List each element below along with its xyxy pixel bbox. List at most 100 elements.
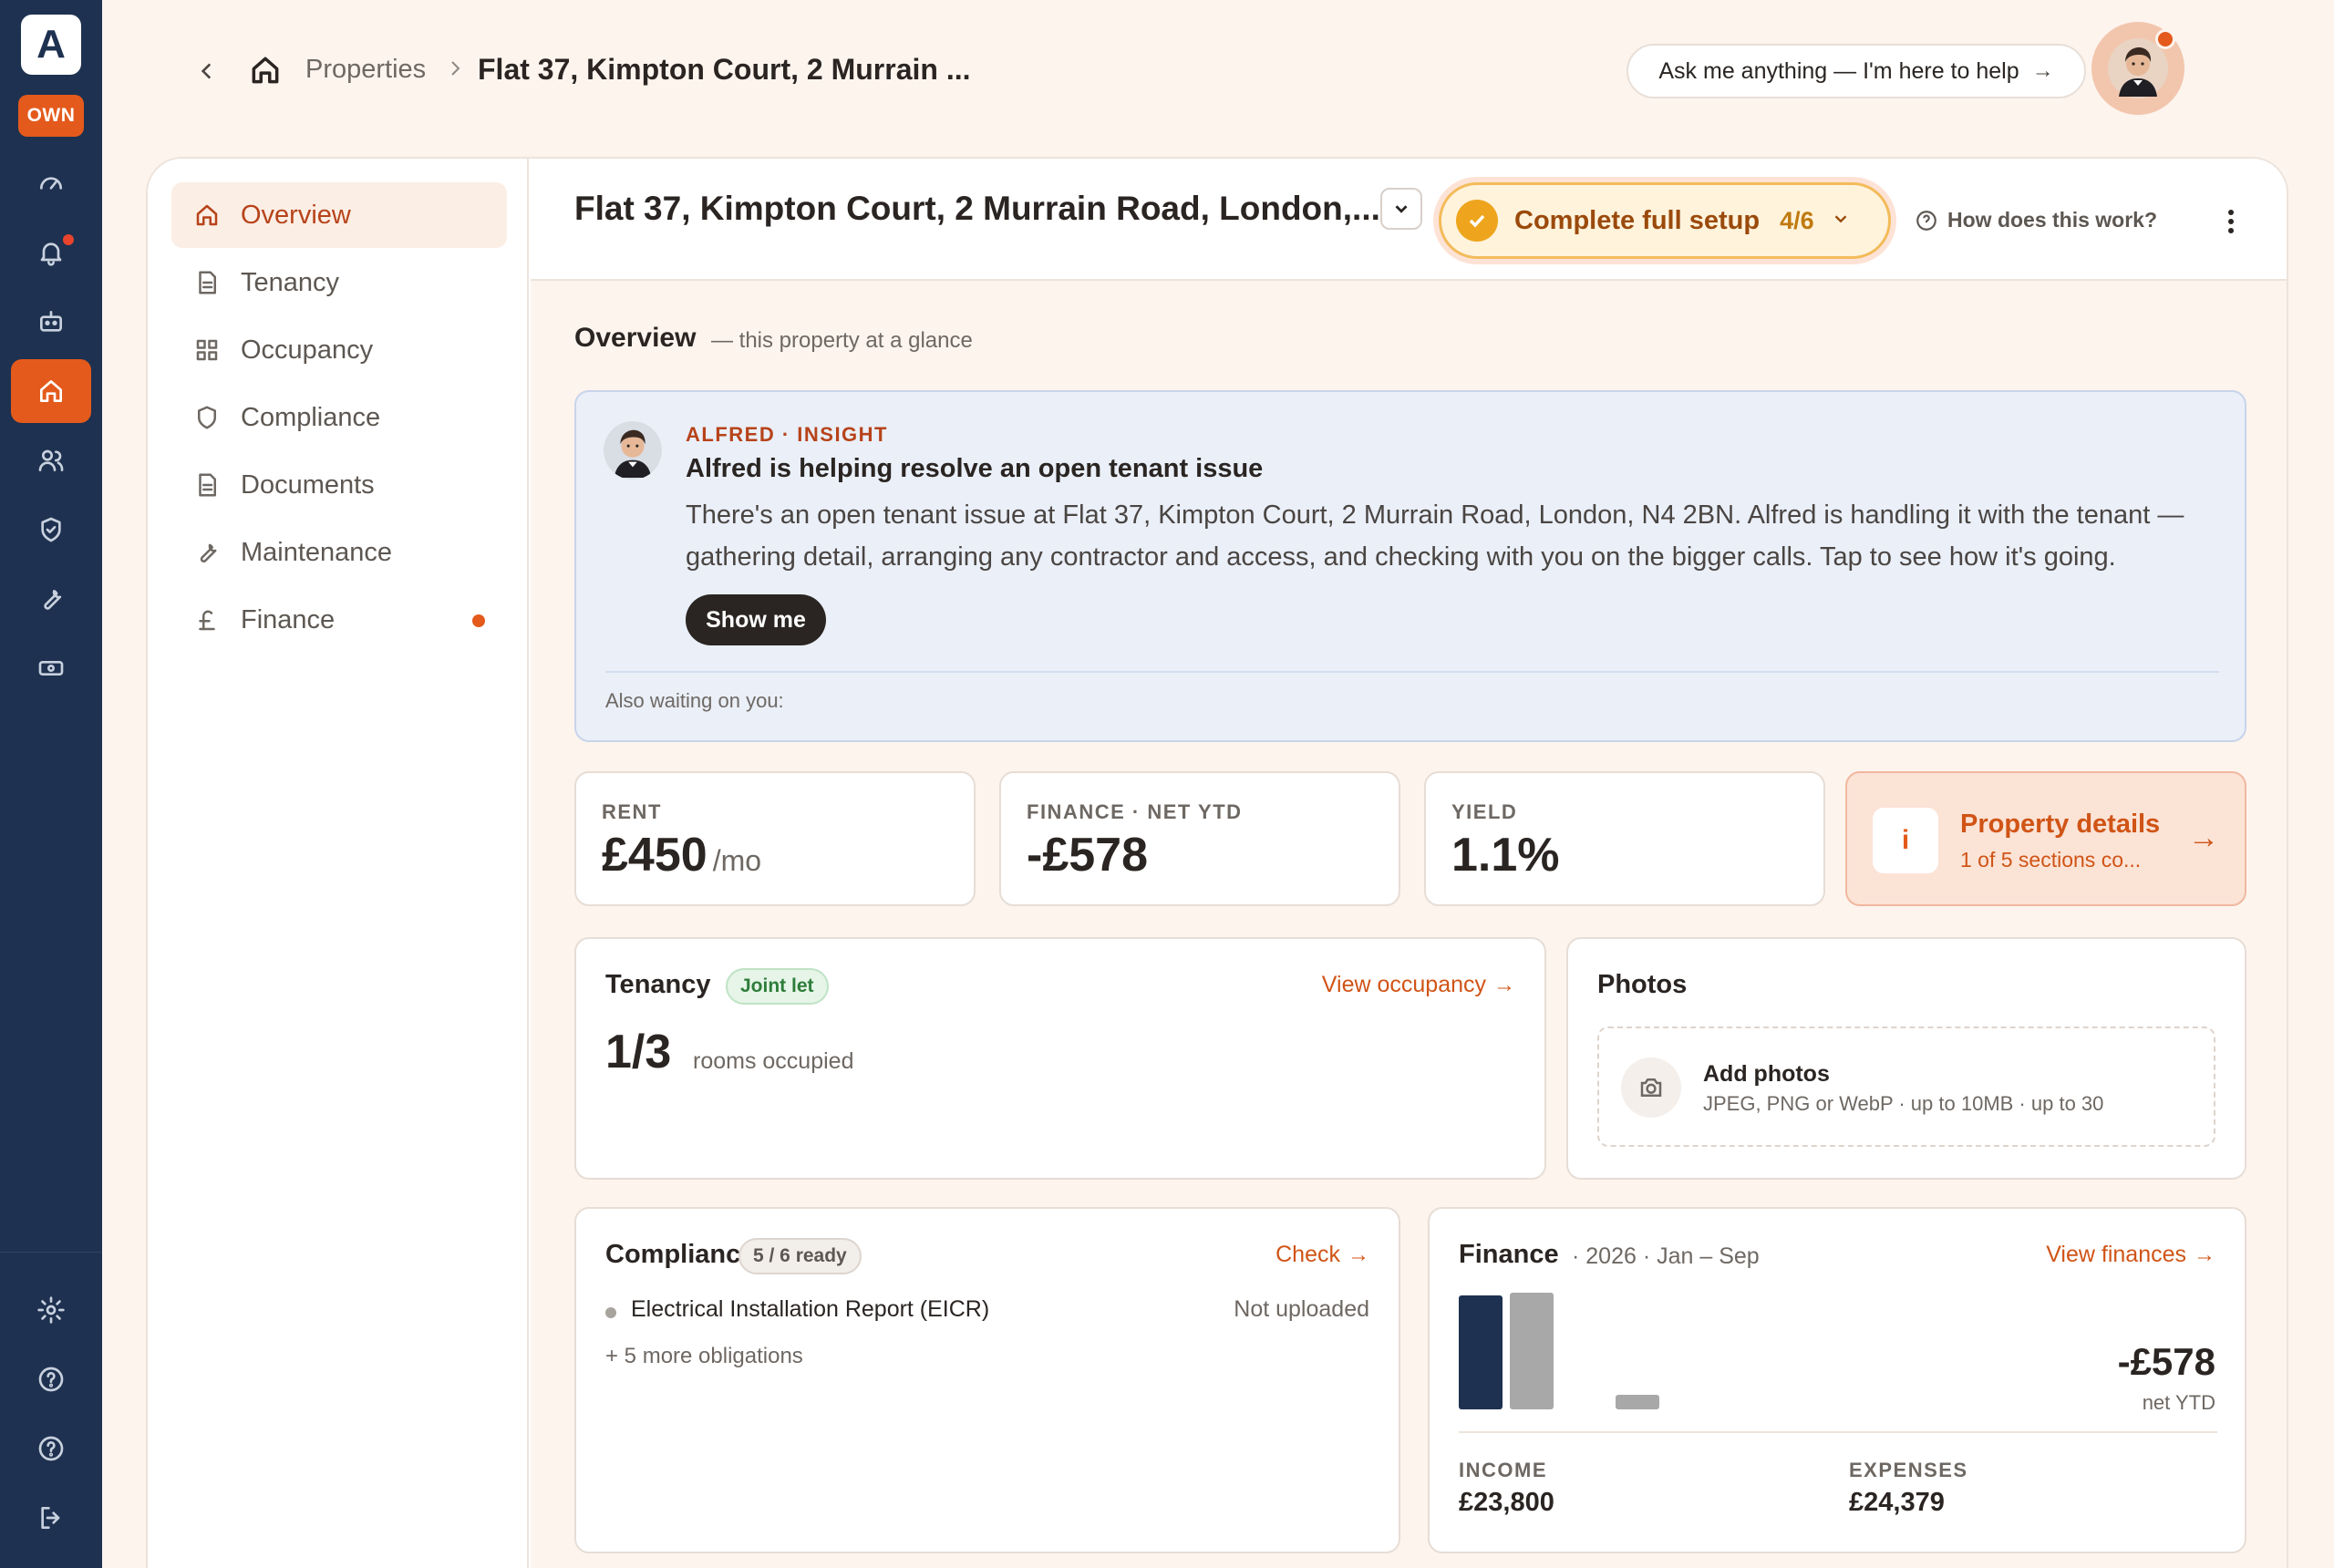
app-rail: A OWN [0,0,102,1568]
complete-setup-button[interactable]: Complete full setup 4/6 [1433,177,1896,264]
yield-value: 1.1% [1451,829,1560,882]
logout-icon [41,1507,60,1529]
avatar-notification-dot [2155,29,2175,49]
users-icon [38,449,64,471]
arrow-right-icon: → [1348,1242,1369,1267]
show-me-button[interactable]: Show me [686,594,826,645]
rail-item-assistant[interactable] [11,290,91,354]
check-compliance-link[interactable]: Check → [1275,1242,1369,1268]
how-does-this-work-link[interactable]: How does this work? [1915,208,2157,232]
alfred-avatar [604,421,662,480]
alfred-insight-card: ALFRED · INSIGHT Alfred is helping resol… [574,390,2246,742]
help-circle-icon [1916,210,1936,231]
rooms-occupied-label: rooms occupied [693,1048,854,1074]
kebab-dot [2228,210,2234,215]
property-title: Flat 37, Kimpton Court, 2 Murrain Road, … [574,190,1380,227]
setup-progress-count: 4/6 [1780,206,1814,234]
rent-value: £450 [602,829,707,882]
nav-overview-label: Overview [241,200,351,230]
income-value: £23,800 [1459,1488,1554,1517]
property-switcher-button[interactable] [1380,188,1422,230]
expenses-label: EXPENSES [1849,1459,1968,1481]
nav-maintenance-label: Maintenance [241,537,393,567]
nav-tenancy[interactable]: Tenancy [171,250,507,315]
rail-item-dashboard[interactable] [11,151,91,215]
ask-assistant-button[interactable]: Ask me anything — I'm here to help → [1627,44,2086,98]
check-circle-icon [1456,200,1498,242]
nav-finance-label: Finance [241,604,336,634]
rail-item-tenants[interactable] [11,428,91,492]
rail-item-settings[interactable] [11,1278,91,1342]
notification-dot [60,232,77,248]
finance-net-ytd-label: net YTD [2142,1391,2215,1414]
app-logo[interactable]: A [21,15,81,75]
setup-label: Complete full setup [1514,205,1761,235]
kebab-dot [2228,219,2234,224]
arrow-right-icon: → [1493,972,1515,997]
home-icon [196,204,218,226]
rail-item-maintenance[interactable] [11,567,91,631]
rail-item-support[interactable] [11,1417,91,1480]
yield-stat-card: YIELD 1.1% [1424,771,1825,906]
chevron-left-icon [201,63,212,79]
grid-icon [196,339,218,361]
breadcrumb-home[interactable] [246,51,284,89]
insight-title: Alfred is helping resolve an open tenant… [686,454,1264,483]
user-avatar[interactable] [2091,22,2184,115]
back-button[interactable] [193,53,221,89]
rail-item-logout[interactable] [11,1486,91,1550]
rail-item-help[interactable] [11,1347,91,1411]
nav-finance[interactable]: Finance [171,587,507,653]
banknote-icon [38,661,64,676]
nav-occupancy[interactable]: Occupancy [171,317,507,383]
own-workspace-badge[interactable]: OWN [18,95,84,137]
tenancy-card-title: Tenancy [605,970,711,999]
finance-net-ytd-value: -£578 [2117,1340,2215,1383]
rail-item-notifications[interactable] [11,221,91,284]
rail-item-compliance[interactable] [11,498,91,562]
rail-item-finance[interactable] [11,636,91,700]
nav-compliance[interactable]: Compliance [171,385,507,450]
rent-unit: /mo [712,844,762,877]
finance-bar-expenses [1510,1293,1554,1409]
status-dot [605,1307,616,1318]
help-circle-icon [38,1436,64,1461]
property-panel: Overview Tenancy Occupancy Compliance Do… [146,157,2288,1568]
finance-net-value: -£578 [1027,829,1148,882]
add-photos-hint: JPEG, PNG or WebP · up to 10MB · up to 3… [1703,1092,2104,1115]
nav-documents[interactable]: Documents [171,452,507,518]
property-details-card[interactable]: i Property details 1 of 5 sections co...… [1845,771,2246,906]
finance-period: · 2026 · Jan – Sep [1572,1243,1760,1269]
finance-card: Finance · 2026 · Jan – Sep View finances… [1428,1207,2246,1553]
view-finances-label: View finances [2046,1242,2186,1267]
view-finances-link[interactable]: View finances → [2046,1242,2215,1268]
top-bar: Properties Flat 37, Kimpton Court, 2 Mur… [102,0,2334,146]
property-details-progress: 1 of 5 sections co... [1960,848,2142,872]
wrench-icon [44,590,62,610]
overview-subheading: — this property at a glance [711,328,973,353]
breadcrumb-separator [447,57,469,84]
nav-maintenance[interactable]: Maintenance [171,520,507,585]
add-photos-title: Add photos [1703,1061,1830,1087]
kebab-dot [2228,228,2234,233]
nav-tenancy-label: Tenancy [241,267,340,297]
photo-upload-dropzone[interactable]: Add photos JPEG, PNG or WebP · up to 10M… [1597,1026,2215,1147]
info-icon: i [1873,808,1938,873]
rent-stat-card: RENT £450/mo [574,771,976,906]
breadcrumb-properties[interactable]: Properties [305,55,426,85]
finance-net-stat-card: FINANCE · NET YTD -£578 [999,771,1400,906]
overview-heading: Overview [574,323,697,353]
obligation-status: Not uploaded [1234,1296,1369,1322]
insight-divider [605,671,2219,673]
help-circle-icon [38,1367,64,1392]
obligation-name[interactable]: Electrical Installation Report (EICR) [631,1296,989,1323]
yield-label: YIELD [1451,800,1518,823]
finance-alert-dot [472,614,485,627]
bot-icon [40,311,62,332]
view-occupancy-link[interactable]: View occupancy → [1322,972,1515,998]
more-options-button[interactable] [2217,206,2245,237]
more-obligations-link[interactable]: + 5 more obligations [605,1344,803,1369]
nav-overview[interactable]: Overview [171,182,507,248]
chevron-right-icon [451,61,460,76]
rail-item-properties[interactable] [11,359,91,423]
